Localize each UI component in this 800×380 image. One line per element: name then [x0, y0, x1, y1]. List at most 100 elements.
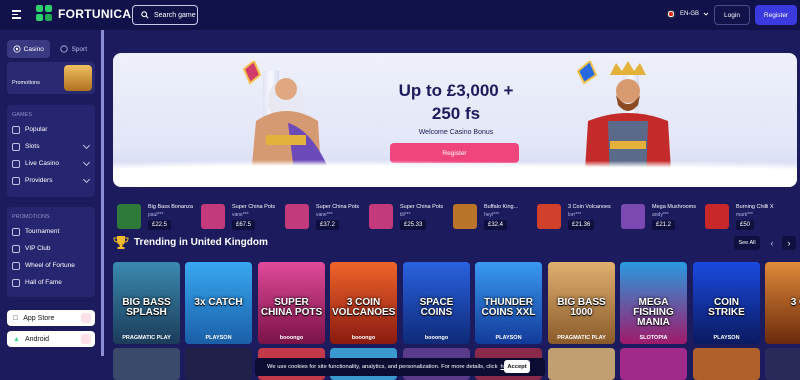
game-tile[interactable]: BIG BASS 1000 PRAGMATIC PLAY: [548, 262, 615, 344]
sidebar: Casino Sport Promotions GAMES Popular Sl…: [0, 30, 103, 380]
brand-name: FORTUNICA: [58, 7, 132, 21]
game-thumbnail: [537, 204, 561, 229]
clover-logo-icon: [36, 5, 54, 23]
popular-icon: [12, 125, 20, 134]
search-button[interactable]: Search game: [132, 5, 198, 25]
game-title: SUPER CHINA POTS: [260, 297, 323, 318]
win-game-name: Super China Pots: [232, 204, 276, 210]
game-provider: PRAGMATIC PLAY: [557, 335, 606, 341]
game-thumbnail: [705, 204, 729, 229]
game-tile[interactable]: MEGA FISHING MANIA SLOTOPIA: [620, 262, 687, 344]
win-game-name: Burning Chilli X: [736, 204, 774, 210]
sidebar-item-providers[interactable]: Providers: [7, 172, 95, 189]
win-amount: £67.5: [232, 220, 256, 230]
game-tile[interactable]: SUPER CHINA POTS booongo: [258, 262, 325, 344]
win-amount: £25.33: [400, 220, 427, 230]
sidebar-item-label: VIP Club: [25, 245, 51, 252]
trophy-icon: [113, 236, 129, 249]
game-tile[interactable]: 3 C: [765, 262, 800, 344]
logo[interactable]: FORTUNICA: [36, 5, 131, 23]
tab-casino[interactable]: Casino: [7, 40, 50, 58]
wheel-icon: [12, 261, 20, 270]
sidebar-item-label: Hall of Fame: [25, 279, 62, 286]
game-tile[interactable]: COIN STRIKE PLAYSON: [693, 262, 760, 344]
sidebar-item-label: Slots: [25, 143, 40, 150]
vip-icon: [12, 244, 20, 253]
search-icon: [141, 11, 149, 19]
search-label: Search game: [154, 11, 196, 19]
app-store-button[interactable]:  App Store: [7, 310, 95, 326]
game-title: COIN STRIKE: [708, 297, 745, 318]
promotions-card[interactable]: Promotions: [7, 62, 95, 94]
sidebar-scrollbar[interactable]: [101, 30, 104, 356]
win-game-name: Mega Mushrooms: [652, 204, 697, 210]
uk-flag-icon: [666, 9, 676, 19]
promotions-card-label: Promotions: [12, 80, 40, 86]
game-tile[interactable]: BIG BASS SPLASH PRAGMATIC PLAY: [113, 262, 180, 344]
login-button[interactable]: Login: [714, 5, 750, 25]
game-tile[interactable]: [113, 348, 180, 380]
games-menu: GAMES Popular Slots Live Casino Provider…: [7, 105, 95, 197]
android-label: Android: [24, 335, 50, 343]
register-button[interactable]: Register: [755, 5, 797, 25]
win-user: paul***: [148, 212, 164, 218]
top-header: FORTUNICA Search game EN-GB Login Regist…: [0, 0, 800, 30]
game-title: THUNDER COINS XXL: [481, 297, 536, 318]
sidebar-item-wheel-of-fortune[interactable]: Wheel of Fortune: [7, 257, 95, 274]
language-selector[interactable]: EN-GB: [666, 9, 709, 19]
sidebar-item-live-casino[interactable]: Live Casino: [7, 155, 95, 172]
menu-icon[interactable]: [12, 10, 21, 19]
game-title: MEGA FISHING MANIA: [633, 297, 674, 328]
game-title: SPACE COINS: [419, 297, 454, 318]
tab-sport[interactable]: Sport: [53, 40, 96, 58]
game-tile[interactable]: THUNDER COINS XXL PLAYSON: [475, 262, 542, 344]
tab-sport-label: Sport: [71, 45, 88, 53]
chevron-right-icon[interactable]: ›: [782, 236, 796, 250]
win-amount: £50: [736, 220, 755, 230]
treasure-chest-icon: [64, 65, 92, 91]
sport-ball-icon: [60, 45, 69, 53]
cookie-text: We use cookies for site functionality, a…: [267, 364, 498, 370]
win-user: vane***: [316, 212, 333, 218]
chevron-left-icon[interactable]: ‹: [765, 236, 779, 250]
sidebar-item-tournament[interactable]: Tournament: [7, 223, 95, 240]
game-title: BIG BASS SPLASH: [122, 297, 171, 318]
game-tile[interactable]: [693, 348, 760, 380]
game-tile[interactable]: 3 COIN VOLCANOES booongo: [330, 262, 397, 344]
win-amount: £37.2: [316, 220, 340, 230]
sidebar-item-popular[interactable]: Popular: [7, 121, 95, 138]
apple-icon: : [13, 315, 18, 322]
game-tile[interactable]: [765, 348, 800, 380]
bonus-headline-line2: 250 fs: [431, 104, 481, 123]
see-all-button[interactable]: See All: [734, 236, 760, 250]
win-user: andy***: [652, 212, 669, 218]
android-button[interactable]: ▲ Android: [7, 331, 95, 347]
game-tile[interactable]: SPACE COINS booongo: [403, 262, 470, 344]
promotions-section-title: PROMOTIONS: [12, 214, 50, 220]
sidebar-item-label: Providers: [25, 177, 53, 184]
game-tile[interactable]: [185, 348, 252, 380]
casino-icon: [13, 45, 21, 53]
slots-icon: [12, 142, 20, 151]
win-game-name: Super China Pots: [400, 204, 444, 210]
sidebar-item-slots[interactable]: Slots: [7, 138, 95, 155]
game-tile[interactable]: [620, 348, 687, 380]
game-provider: booongo: [279, 335, 304, 341]
game-thumbnail: [453, 204, 477, 229]
tab-casino-label: Casino: [23, 45, 44, 53]
game-tile[interactable]: 3x CATCH PLAYSON: [185, 262, 252, 344]
trending-games-row: BIG BASS SPLASH PRAGMATIC PLAY 3x CATCH PL…: [113, 262, 800, 344]
win-user: tili***: [400, 212, 411, 218]
accept-cookies-button[interactable]: Accept: [504, 360, 530, 373]
trophy-icon: [12, 278, 20, 287]
bonus-subtitle: Welcome Casino Bonus: [418, 129, 494, 136]
sidebar-item-label: Live Casino: [25, 160, 59, 167]
sidebar-item-vip-club[interactable]: VIP Club: [7, 240, 95, 257]
sidebar-item-hall-of-fame[interactable]: Hall of Fame: [7, 274, 95, 291]
game-tile[interactable]: [548, 348, 615, 380]
win-amount: £21.2: [652, 220, 676, 230]
win-game-name: Super China Pots: [316, 204, 360, 210]
chevron-down-icon: [82, 141, 91, 150]
win-game-name: Buffalo King...: [484, 204, 519, 210]
win-user: heyl***: [484, 212, 500, 218]
